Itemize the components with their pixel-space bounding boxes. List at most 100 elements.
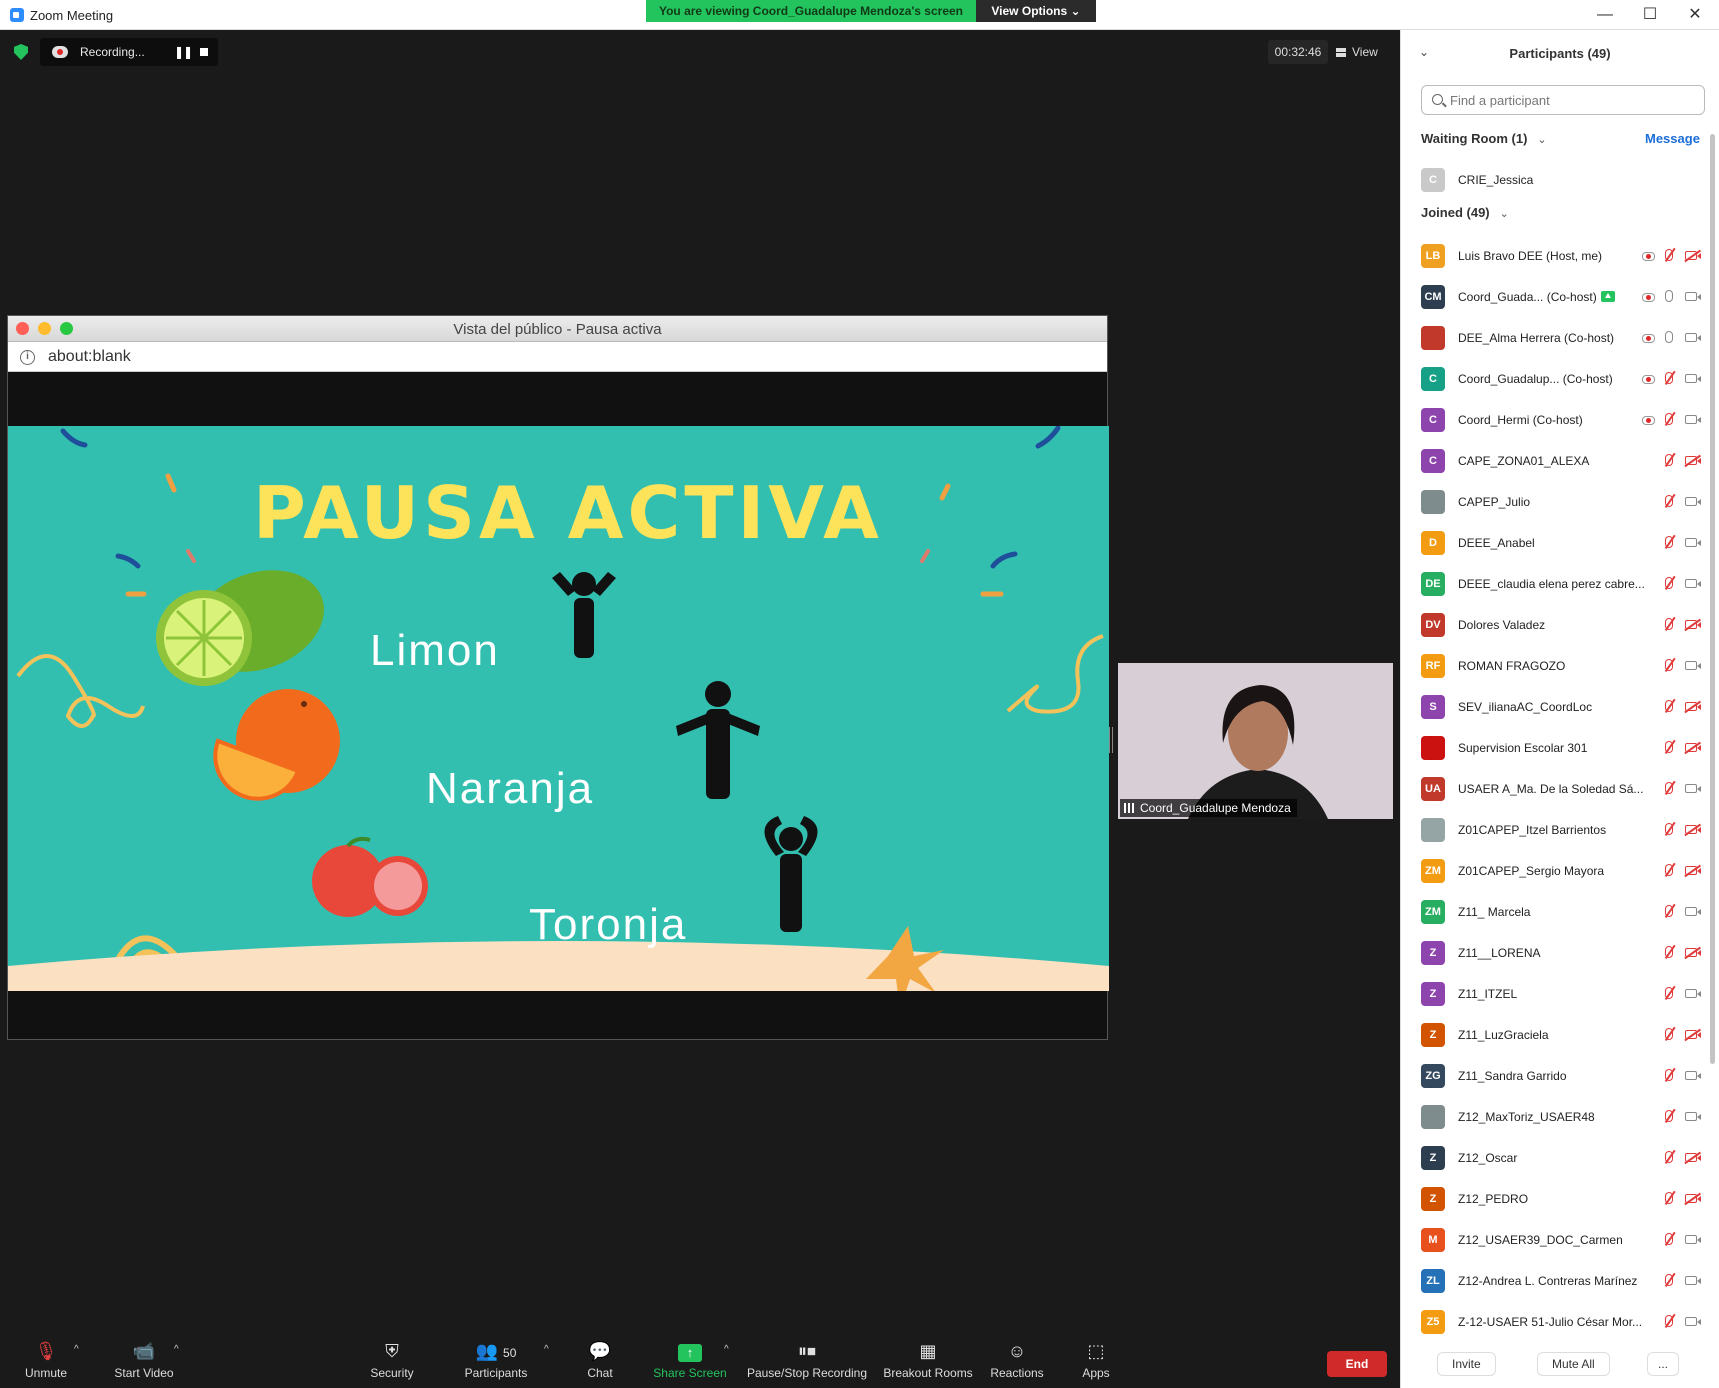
view-options-button[interactable]: View Options ⌄ xyxy=(976,0,1096,22)
mic-muted-icon[interactable] xyxy=(1665,864,1673,876)
unmute-button[interactable]: 🎙 Unmute xyxy=(18,1330,74,1388)
breakout-rooms-button[interactable]: ▦ Breakout Rooms xyxy=(880,1330,976,1388)
invite-button[interactable]: Invite xyxy=(1437,1352,1496,1376)
mic-muted-icon[interactable] xyxy=(1665,495,1673,507)
end-meeting-button[interactable]: End xyxy=(1327,1351,1387,1377)
mic-muted-icon[interactable] xyxy=(1665,1315,1673,1327)
video-off-icon[interactable] xyxy=(1685,948,1701,957)
video-icon[interactable] xyxy=(1685,1276,1701,1285)
participants-options-chevron-icon[interactable]: ^ xyxy=(544,1344,549,1355)
video-icon[interactable] xyxy=(1685,907,1701,916)
participant-row[interactable]: C Coord_Hermi (Co-host) xyxy=(1421,400,1701,441)
video-icon[interactable] xyxy=(1685,374,1701,383)
video-icon[interactable] xyxy=(1685,661,1701,670)
participant-row[interactable]: CAPEP_Julio xyxy=(1421,482,1701,523)
share-options-chevron-icon[interactable]: ^ xyxy=(724,1344,729,1355)
reactions-button[interactable]: ☺ Reactions xyxy=(986,1330,1048,1388)
pause-stop-recording-button[interactable]: ⏸⏹ Pause/Stop Recording xyxy=(744,1330,870,1388)
video-options-chevron-icon[interactable]: ^ xyxy=(174,1344,179,1355)
participant-row[interactable]: RF ROMAN FRAGOZO xyxy=(1421,646,1701,687)
participant-row[interactable]: Z Z12_PEDRO xyxy=(1421,1179,1701,1220)
security-button[interactable]: ⛨ Security xyxy=(364,1330,420,1388)
participant-row[interactable]: Z Z11_LuzGraciela xyxy=(1421,1015,1701,1056)
joined-header[interactable]: Joined (49) ⌄ xyxy=(1421,205,1509,220)
panel-scrollbar[interactable] xyxy=(1710,134,1715,1064)
video-icon[interactable] xyxy=(1685,579,1701,588)
video-off-icon[interactable] xyxy=(1685,620,1701,629)
participant-row[interactable]: DE DEEE_claudia elena perez cabre... xyxy=(1421,564,1701,605)
waiting-room-message-link[interactable]: Message xyxy=(1645,131,1700,146)
mic-muted-icon[interactable] xyxy=(1665,700,1673,712)
participant-row[interactable]: DEE_Alma Herrera (Co-host) xyxy=(1421,318,1701,359)
participant-row[interactable]: ZG Z11_Sandra Garrido xyxy=(1421,1056,1701,1097)
close-icon[interactable]: ✕ xyxy=(1680,4,1710,26)
video-icon[interactable] xyxy=(1685,292,1701,301)
participant-row[interactable]: DV Dolores Valadez xyxy=(1421,605,1701,646)
waiting-participant-row[interactable]: C CRIE_Jessica xyxy=(1421,160,1701,201)
mic-muted-icon[interactable] xyxy=(1665,536,1673,548)
video-icon[interactable] xyxy=(1685,415,1701,424)
participant-video-tile[interactable]: Coord_Guadalupe Mendoza xyxy=(1118,663,1393,819)
participant-row[interactable]: C Coord_Guadalup... (Co-host) xyxy=(1421,359,1701,400)
video-off-icon[interactable] xyxy=(1685,251,1701,260)
mic-icon[interactable] xyxy=(1665,331,1673,343)
video-off-icon[interactable] xyxy=(1685,1030,1701,1039)
mic-muted-icon[interactable] xyxy=(1665,618,1673,630)
participant-search[interactable] xyxy=(1421,85,1705,115)
mic-muted-icon[interactable] xyxy=(1665,1192,1673,1204)
video-icon[interactable] xyxy=(1685,497,1701,506)
participant-row[interactable]: C CAPE_ZONA01_ALEXA xyxy=(1421,441,1701,482)
video-icon[interactable] xyxy=(1685,333,1701,342)
participant-row[interactable]: CM Coord_Guada... (Co-host) xyxy=(1421,277,1701,318)
mute-all-button[interactable]: Mute All xyxy=(1537,1352,1610,1376)
participant-row[interactable]: M Z12_USAER39_DOC_Carmen xyxy=(1421,1220,1701,1261)
video-icon[interactable] xyxy=(1685,989,1701,998)
participant-row[interactable]: ZM Z01CAPEP_Sergio Mayora xyxy=(1421,851,1701,892)
mic-muted-icon[interactable] xyxy=(1665,659,1673,671)
video-off-icon[interactable] xyxy=(1685,1194,1701,1203)
video-off-icon[interactable] xyxy=(1685,825,1701,834)
participant-row[interactable]: D DEEE_Anabel xyxy=(1421,523,1701,564)
participant-row[interactable]: S SEV_ilianaAC_CoordLoc xyxy=(1421,687,1701,728)
participant-row[interactable]: Z12_MaxToriz_USAER48 xyxy=(1421,1097,1701,1138)
mic-muted-icon[interactable] xyxy=(1665,741,1673,753)
waiting-room-header[interactable]: Waiting Room (1) ⌄ xyxy=(1421,131,1547,146)
mic-muted-icon[interactable] xyxy=(1665,1274,1673,1286)
participant-row[interactable]: Z01CAPEP_Itzel Barrientos xyxy=(1421,810,1701,851)
apps-button[interactable]: ⬚ Apps xyxy=(1076,1330,1116,1388)
video-icon[interactable] xyxy=(1685,1112,1701,1121)
mic-muted-icon[interactable] xyxy=(1665,1233,1673,1245)
participant-row[interactable]: Z Z11_ITZEL xyxy=(1421,974,1701,1015)
start-video-button[interactable]: 📹 Start Video xyxy=(106,1330,182,1388)
video-icon[interactable] xyxy=(1685,1071,1701,1080)
video-off-icon[interactable] xyxy=(1685,702,1701,711)
video-off-icon[interactable] xyxy=(1685,743,1701,752)
mic-muted-icon[interactable] xyxy=(1665,946,1673,958)
minimize-icon[interactable]: — xyxy=(1590,4,1620,26)
participant-row[interactable]: ZL Z12-Andrea L. Contreras Marínez xyxy=(1421,1261,1701,1302)
video-icon[interactable] xyxy=(1685,784,1701,793)
split-resize-handle[interactable] xyxy=(1109,727,1113,753)
participant-row[interactable]: ZM Z11_ Marcela xyxy=(1421,892,1701,933)
mic-muted-icon[interactable] xyxy=(1665,782,1673,794)
view-button[interactable]: View xyxy=(1336,40,1390,64)
participants-button[interactable]: 👥 50 Participants xyxy=(458,1330,534,1388)
video-icon[interactable] xyxy=(1685,1317,1701,1326)
mic-muted-icon[interactable] xyxy=(1665,1151,1673,1163)
mic-muted-icon[interactable] xyxy=(1665,249,1673,261)
stop-recording-icon[interactable] xyxy=(200,48,208,56)
video-off-icon[interactable] xyxy=(1685,456,1701,465)
mic-icon[interactable] xyxy=(1665,290,1673,302)
video-icon[interactable] xyxy=(1685,1235,1701,1244)
participant-row[interactable]: Z Z11__LORENA xyxy=(1421,933,1701,974)
mic-muted-icon[interactable] xyxy=(1665,413,1673,425)
participant-row[interactable]: UA USAER A_Ma. De la Soledad Sá... xyxy=(1421,769,1701,810)
share-screen-button[interactable]: ↑ Share Screen xyxy=(652,1330,728,1388)
maximize-icon[interactable]: ☐ xyxy=(1635,4,1665,26)
participant-search-input[interactable] xyxy=(1450,91,1690,109)
encryption-shield-icon[interactable] xyxy=(14,44,28,60)
video-icon[interactable] xyxy=(1685,538,1701,547)
video-off-icon[interactable] xyxy=(1685,1153,1701,1162)
video-off-icon[interactable] xyxy=(1685,866,1701,875)
chat-button[interactable]: 💬 Chat xyxy=(580,1330,620,1388)
